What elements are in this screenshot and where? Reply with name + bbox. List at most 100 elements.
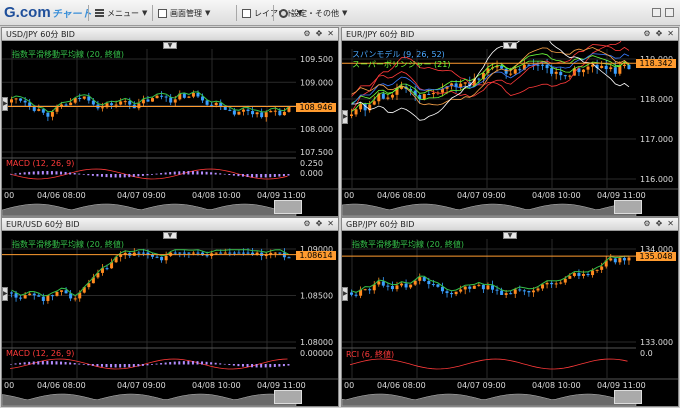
expand-icon[interactable]: ✥ — [316, 29, 323, 38]
sub-indicator-line — [349, 358, 628, 370]
x-tick-label: 04/08 10:00 — [532, 381, 581, 390]
toolbar-divider — [236, 5, 237, 21]
collapse-toggle-icon[interactable]: ▼ — [163, 232, 177, 239]
navigator-handle[interactable] — [274, 200, 302, 214]
y-tick-label: 116.000 — [640, 175, 673, 184]
histogram-bar — [46, 171, 49, 175]
histogram-bar — [173, 171, 176, 175]
candle-body — [191, 93, 195, 97]
chart-panel[interactable]: GBP/JPY 60分 BID ⚙ ✥ ✕ 134.000 133.000 0.0 0… — [341, 217, 679, 407]
chart-area[interactable]: 1.09000 1.08500 1.08000 0.00000 00 04/06 08:0… — [2, 231, 338, 406]
expand-sidebar-icon[interactable]: ▶ — [2, 286, 8, 301]
expand-icon[interactable]: ✥ — [656, 219, 663, 228]
chart-panel[interactable]: USD/JPY 60分 BID ⚙ ✥ ✕ 109.500 109.000 108.… — [1, 27, 339, 217]
histogram-bar — [141, 364, 144, 366]
candle-body — [46, 112, 50, 117]
sub-y-tick-label: 0.000 — [300, 169, 323, 178]
gear-icon[interactable]: ⚙ — [643, 29, 650, 38]
navigator-overview — [342, 203, 637, 216]
histogram-bar — [191, 171, 194, 175]
collapse-toggle-icon[interactable]: ▼ — [163, 42, 177, 49]
histogram-bar — [128, 364, 131, 368]
expand-icon[interactable]: ✥ — [656, 29, 663, 38]
candle-body — [246, 109, 250, 112]
x-tick-label: 04/09 11:00 — [257, 191, 306, 200]
candle-body — [160, 256, 164, 261]
histogram-bar — [91, 364, 94, 366]
screen-manage-label: 画面管理 — [170, 8, 202, 18]
screen-manage-button[interactable]: 画面管理 ▼ — [158, 6, 210, 20]
expand-sidebar-icon[interactable]: ▶ — [342, 286, 348, 301]
current-price-tag: 108.946 — [296, 102, 336, 112]
close-window-button[interactable] — [665, 8, 674, 17]
candle-body — [531, 290, 535, 293]
histogram-bar — [260, 364, 263, 368]
candle-body — [137, 252, 141, 254]
collapse-toggle-icon[interactable]: ▼ — [503, 232, 517, 239]
navigator-handle[interactable] — [614, 200, 642, 214]
chart-area[interactable]: 134.000 133.000 0.0 00 04/06 08:00 04/07 09:0… — [342, 231, 678, 406]
histogram-bar — [182, 171, 185, 175]
x-tick-label: 04/09 11:00 — [257, 381, 306, 390]
current-price-tag: 1.08614 — [296, 250, 336, 260]
settings-label: 設定・その他 — [291, 8, 339, 18]
candle-body — [518, 289, 522, 291]
close-icon[interactable]: ✕ — [327, 219, 334, 228]
candle-body — [23, 100, 27, 103]
histogram-bar — [246, 174, 249, 177]
candle-body — [477, 284, 481, 286]
expand-sidebar-icon[interactable]: ▶ — [2, 96, 8, 111]
histogram-bar — [269, 174, 272, 178]
logo-main: G.com — [4, 4, 51, 21]
histogram-bar — [191, 361, 194, 365]
histogram-bar — [241, 364, 244, 367]
histogram-bar — [28, 171, 31, 175]
gear-icon[interactable]: ⚙ — [643, 219, 650, 228]
gear-icon[interactable]: ⚙ — [303, 219, 310, 228]
navigator-handle[interactable] — [274, 390, 302, 404]
candle-body — [232, 252, 236, 254]
histogram-bar — [119, 174, 122, 178]
minimize-window-button[interactable] — [652, 8, 661, 17]
expand-icon[interactable]: ✥ — [316, 219, 323, 228]
candle-body — [50, 111, 54, 117]
candle-body — [119, 101, 123, 105]
chart-panel[interactable]: EUR/JPY 60分 BID ⚙ ✥ ✕ 119.000118.000117.… — [341, 27, 679, 217]
chevron-down-icon: ▼ — [342, 9, 348, 17]
candle-body — [500, 290, 504, 295]
close-icon[interactable]: ✕ — [667, 219, 674, 228]
histogram-bar — [10, 364, 12, 365]
candle-body — [273, 110, 277, 112]
close-icon[interactable]: ✕ — [667, 29, 674, 38]
candle-body — [78, 97, 82, 99]
candle-body — [60, 290, 64, 292]
chart-panel[interactable]: EUR/USD 60分 BID ⚙ ✥ ✕ 1.09000 1.08500 1.08… — [1, 217, 339, 407]
expand-sidebar-icon[interactable]: ▶ — [342, 110, 348, 124]
close-icon[interactable]: ✕ — [327, 29, 334, 38]
histogram-bar — [237, 174, 240, 177]
settings-button[interactable]: 設定・その他 ▼ — [279, 6, 347, 20]
gear-icon[interactable]: ⚙ — [303, 29, 310, 38]
histogram-bar — [223, 173, 226, 175]
candle-body — [169, 97, 173, 103]
histogram-bar — [37, 171, 40, 175]
chart-area[interactable]: 119.000118.000117.000116.0000004/06 08:0… — [342, 41, 678, 216]
chart-area[interactable]: 109.500109.000108.500108.000107.5000.250… — [2, 41, 338, 216]
x-tick-label: 04/07 09:00 — [457, 191, 506, 200]
candle-body — [151, 98, 154, 102]
candle-body — [545, 64, 549, 69]
collapse-toggle-icon[interactable]: ▼ — [503, 42, 517, 49]
candle-body — [368, 289, 372, 291]
histogram-bar — [132, 174, 135, 177]
navigator-handle[interactable] — [614, 390, 642, 404]
histogram-bar — [41, 361, 44, 365]
menu-button[interactable]: メニュー ▼ — [95, 6, 147, 20]
candle-body — [160, 95, 164, 97]
candle-body — [178, 252, 182, 254]
candle-body — [350, 292, 353, 295]
candle-body — [69, 102, 73, 106]
candle-body — [418, 277, 422, 281]
panel-titlebar: USD/JPY 60分 BID ⚙ ✥ ✕ — [2, 28, 338, 41]
candle-body — [269, 111, 273, 113]
candle-body — [386, 97, 390, 99]
